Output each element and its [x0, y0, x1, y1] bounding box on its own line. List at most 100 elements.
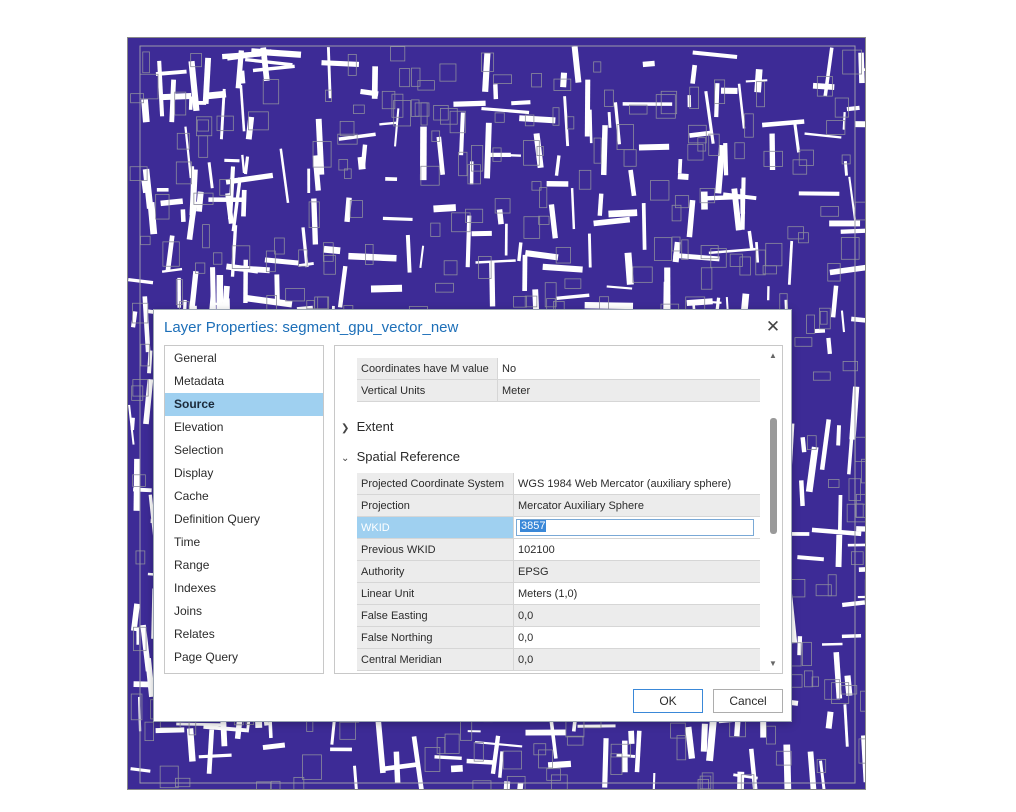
section-extent[interactable]: ❯ Extent — [341, 419, 393, 434]
nav-item-source[interactable]: Source — [165, 393, 323, 416]
street-gap — [436, 136, 446, 176]
nav-item-joins[interactable]: Joins — [165, 600, 323, 623]
building-outline — [855, 503, 864, 518]
street-gap — [243, 294, 293, 308]
table-row: Vertical Units Meter — [357, 379, 760, 402]
street-gap — [467, 730, 481, 733]
nav-item-cache[interactable]: Cache — [165, 485, 323, 508]
street-gap — [239, 84, 246, 132]
nav-item-metadata[interactable]: Metadata — [165, 370, 323, 393]
street-gap — [419, 245, 425, 268]
street-gap — [133, 681, 153, 688]
street-gap — [326, 47, 332, 99]
building-outline — [826, 120, 846, 135]
nav-item-selection[interactable]: Selection — [165, 439, 323, 462]
property-key: False Northing — [357, 626, 514, 649]
building-outline — [765, 725, 776, 745]
section-label: Extent — [356, 419, 394, 434]
street-gap — [847, 426, 855, 475]
section-spatial-reference[interactable]: ⌄ Spatial Reference — [341, 449, 460, 464]
property-key: WKID — [357, 516, 514, 539]
scroll-up-icon[interactable]: ▲ — [768, 350, 778, 362]
street-gap — [156, 187, 169, 192]
building-outline — [765, 242, 783, 267]
building-outline — [676, 735, 687, 761]
ok-button[interactable]: OK — [633, 689, 703, 713]
street-gap — [587, 233, 592, 268]
street-gap — [597, 193, 604, 216]
top-properties-table: Coordinates have M value No Vertical Uni… — [357, 358, 760, 402]
street-gap — [546, 180, 569, 187]
building-outline — [202, 224, 210, 249]
nav-item-display[interactable]: Display — [165, 462, 323, 485]
building-outline — [131, 385, 144, 401]
building-outline — [604, 89, 614, 107]
building-outline — [653, 237, 672, 261]
street-gap — [547, 760, 572, 769]
street-gap — [459, 112, 465, 156]
properties-nav: General Metadata Source Elevation Select… — [164, 345, 324, 674]
building-outline — [533, 743, 547, 756]
street-gap — [641, 203, 647, 250]
street-gap — [600, 125, 608, 176]
building-outline — [699, 775, 712, 789]
close-icon[interactable]: ✕ — [764, 318, 782, 336]
nav-item-general[interactable]: General — [165, 347, 323, 370]
nav-item-definition-query[interactable]: Definition Query — [165, 508, 323, 531]
street-gap — [606, 285, 633, 290]
street-gap — [522, 254, 528, 292]
building-outline — [132, 379, 149, 397]
nav-item-time[interactable]: Time — [165, 531, 323, 554]
wkid-input[interactable]: 3857 — [516, 519, 754, 536]
street-gap — [337, 265, 348, 308]
building-outline — [349, 200, 363, 218]
nav-item-relates[interactable]: Relates — [165, 623, 323, 646]
table-row: Projection Mercator Auxiliary Sphere — [357, 494, 760, 517]
street-gap — [180, 209, 186, 222]
street-gap — [608, 209, 638, 218]
table-row: Linear Unit Meters (1,0) — [357, 582, 760, 605]
street-gap — [198, 753, 232, 759]
building-outline — [729, 253, 743, 267]
street-gap — [767, 286, 770, 301]
property-key: False Easting — [357, 604, 514, 627]
street-gap — [577, 724, 616, 728]
nav-item-elevation[interactable]: Elevation — [165, 416, 323, 439]
property-value: 0,0 — [513, 648, 760, 671]
property-value: EPSG — [513, 560, 760, 583]
building-outline — [323, 254, 336, 275]
street-gap — [321, 60, 360, 68]
building-outline — [142, 51, 150, 74]
street-gap — [704, 90, 715, 144]
street-gap — [673, 252, 720, 262]
building-outline — [467, 164, 481, 185]
street-gap — [133, 458, 141, 511]
building-outline — [531, 73, 542, 88]
scroll-down-icon[interactable]: ▼ — [768, 658, 778, 670]
property-key: Vertical Units — [357, 379, 498, 402]
street-gap — [812, 82, 835, 90]
building-outline — [472, 780, 492, 789]
street-gap — [375, 716, 386, 774]
building-outline — [435, 282, 454, 293]
nav-item-range[interactable]: Range — [165, 554, 323, 577]
source-content-panel[interactable]: Coordinates have M value No Vertical Uni… — [334, 345, 783, 674]
building-outline — [274, 237, 285, 255]
building-outline — [539, 187, 548, 209]
street-gap — [584, 79, 591, 137]
building-outline — [198, 135, 209, 158]
vertical-scrollbar[interactable]: ▲ ▼ — [768, 350, 778, 670]
table-row: Authority EPSG — [357, 560, 760, 583]
street-gap — [385, 177, 398, 182]
street-gap — [700, 723, 708, 752]
building-outline — [792, 159, 808, 175]
scroll-thumb[interactable] — [770, 418, 777, 534]
nav-item-page-query[interactable]: Page Query — [165, 646, 323, 669]
street-gap — [216, 274, 224, 312]
nav-item-indexes[interactable]: Indexes — [165, 577, 323, 600]
street-gap — [161, 267, 183, 273]
building-outline — [444, 733, 460, 754]
cancel-button[interactable]: Cancel — [713, 689, 783, 713]
building-outline — [564, 278, 582, 289]
street-gap — [835, 534, 843, 568]
